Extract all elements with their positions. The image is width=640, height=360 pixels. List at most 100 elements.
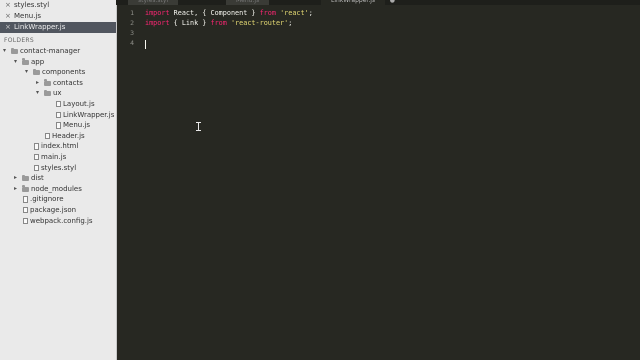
tree-item-label: styles.styl bbox=[41, 163, 77, 172]
folder-icon bbox=[22, 185, 29, 192]
close-icon[interactable]: × bbox=[5, 0, 11, 11]
text-cursor-icon bbox=[196, 122, 201, 131]
code-line-2: import { Link } from 'react-router'; bbox=[145, 18, 635, 28]
folders-heading: FOLDERS bbox=[4, 37, 35, 44]
folder-icon bbox=[22, 174, 29, 182]
chevron-down-icon[interactable]: ▾ bbox=[36, 88, 42, 99]
tree-item-label: package.json bbox=[30, 205, 77, 214]
file-item[interactable]: .gitignore bbox=[0, 194, 116, 205]
folder-item[interactable]: ▸ contacts bbox=[0, 78, 116, 89]
chevron-right-icon[interactable]: ▸ bbox=[14, 173, 20, 184]
file-icon bbox=[34, 153, 39, 161]
file-icon bbox=[34, 143, 39, 150]
tree-item-label: dist bbox=[31, 174, 44, 183]
open-file-item[interactable]: × styles.styl bbox=[0, 0, 116, 11]
folder-tree: ▾ contact-manager ▾ app ▾ components ▸ contacts… bbox=[0, 46, 116, 226]
file-item[interactable]: LinkWrapper.js bbox=[0, 110, 116, 121]
file-icon bbox=[56, 100, 61, 108]
file-icon bbox=[23, 196, 28, 203]
chevron-down-icon[interactable]: ▾ bbox=[14, 57, 20, 68]
tree-item-label: Menu.js bbox=[63, 121, 91, 130]
file-icon bbox=[56, 111, 61, 119]
file-icon bbox=[56, 122, 61, 129]
file-item[interactable]: Header.js bbox=[0, 131, 116, 142]
file-item[interactable]: Layout.js bbox=[0, 99, 116, 110]
file-item[interactable]: package.json bbox=[0, 205, 116, 216]
code-text: React, { Component } bbox=[169, 9, 260, 17]
folder-item[interactable]: ▾ components bbox=[0, 67, 116, 78]
tree-item-label: contact-manager bbox=[20, 47, 81, 55]
tab-1[interactable]: styles.styl bbox=[128, 0, 179, 5]
chevron-down-icon[interactable]: ▾ bbox=[25, 67, 31, 78]
code-editor[interactable]: import React, { Component } from 'react'… bbox=[145, 8, 635, 48]
tree-item-label: .gitignore bbox=[30, 195, 64, 204]
code-text: ; bbox=[288, 19, 293, 27]
line-number: 1 bbox=[130, 9, 134, 17]
tab-label: LinkWrapper.js bbox=[331, 0, 376, 4]
folder-item[interactable]: ▾ app bbox=[0, 57, 116, 68]
tab-3[interactable]: LinkWrapper.js ● bbox=[321, 0, 395, 5]
file-icon bbox=[45, 132, 50, 140]
tree-item-label: index.html bbox=[41, 142, 79, 151]
file-item[interactable]: index.html bbox=[0, 141, 116, 152]
code-line-1: import React, { Component } from 'react'… bbox=[145, 8, 635, 18]
open-file-label: Menu.js bbox=[14, 12, 42, 20]
close-icon[interactable]: × bbox=[5, 22, 11, 33]
file-item[interactable]: styles.styl bbox=[0, 163, 116, 174]
chevron-right-icon[interactable]: ▸ bbox=[36, 78, 42, 89]
sidebar: × styles.styl × Menu.js × LinkWrapper.js FOLD… bbox=[0, 0, 117, 360]
file-item[interactable]: main.js bbox=[0, 152, 116, 163]
close-icon[interactable]: × bbox=[5, 11, 11, 22]
chevron-right-icon[interactable]: ▸ bbox=[14, 184, 20, 195]
tree-item-label: contacts bbox=[53, 78, 83, 87]
open-file-label: styles.styl bbox=[14, 1, 50, 9]
tree-item-label: Layout.js bbox=[63, 99, 95, 108]
folder-item[interactable]: ▸ node_modules bbox=[0, 184, 116, 195]
tree-item-label: node_modules bbox=[31, 184, 82, 193]
tree-item-label: app bbox=[31, 57, 45, 66]
code-text: { Link } bbox=[169, 19, 211, 27]
folder-item[interactable]: ▾ contact-manager bbox=[0, 46, 116, 57]
tree-item-label: ux bbox=[53, 89, 62, 98]
text-caret bbox=[145, 40, 146, 49]
keyword: import bbox=[145, 9, 170, 17]
line-number: 4 bbox=[130, 39, 134, 47]
tab-bar: styles.styl Menu.js LinkWrapper.js ● bbox=[116, 0, 640, 5]
line-number: 2 bbox=[130, 19, 134, 27]
chevron-down-icon[interactable]: ▾ bbox=[3, 46, 9, 57]
folder-open-icon bbox=[33, 68, 40, 76]
folder-item[interactable]: ▸ dist bbox=[0, 173, 116, 184]
string-literal: 'react' bbox=[280, 9, 309, 17]
close-icon[interactable]: ● bbox=[390, 0, 395, 5]
keyword: from bbox=[259, 9, 276, 17]
folder-open-icon bbox=[44, 89, 51, 97]
file-icon bbox=[23, 206, 28, 214]
tab-2[interactable]: Menu.js bbox=[226, 0, 270, 5]
tree-item-label: webpack.config.js bbox=[30, 216, 93, 225]
code-text: ; bbox=[308, 9, 313, 17]
open-file-item[interactable]: × Menu.js bbox=[0, 11, 116, 22]
tree-item-label: components bbox=[42, 68, 86, 77]
keyword: from bbox=[210, 19, 227, 27]
tab-label: Menu.js bbox=[236, 0, 260, 4]
file-item[interactable]: Menu.js bbox=[0, 120, 116, 131]
folder-item[interactable]: ▾ ux bbox=[0, 88, 116, 99]
folder-icon bbox=[44, 79, 51, 86]
tree-item-label: Header.js bbox=[52, 131, 85, 140]
line-number-gutter: 1 2 3 4 bbox=[116, 8, 136, 360]
folder-open-icon bbox=[11, 47, 18, 54]
folder-open-icon bbox=[22, 58, 29, 65]
tree-item-label: main.js bbox=[41, 152, 67, 161]
file-icon bbox=[23, 217, 28, 224]
open-file-item[interactable]: × LinkWrapper.js bbox=[0, 22, 116, 33]
keyword: import bbox=[145, 19, 170, 27]
tree-item-label: LinkWrapper.js bbox=[63, 110, 115, 119]
tab-label: styles.styl bbox=[138, 0, 169, 4]
file-icon bbox=[34, 164, 39, 172]
line-number: 3 bbox=[130, 29, 134, 37]
open-file-label: LinkWrapper.js bbox=[14, 23, 66, 31]
open-files-list: × styles.styl × Menu.js × LinkWrapper.js bbox=[0, 0, 116, 33]
file-item[interactable]: webpack.config.js bbox=[0, 216, 116, 227]
